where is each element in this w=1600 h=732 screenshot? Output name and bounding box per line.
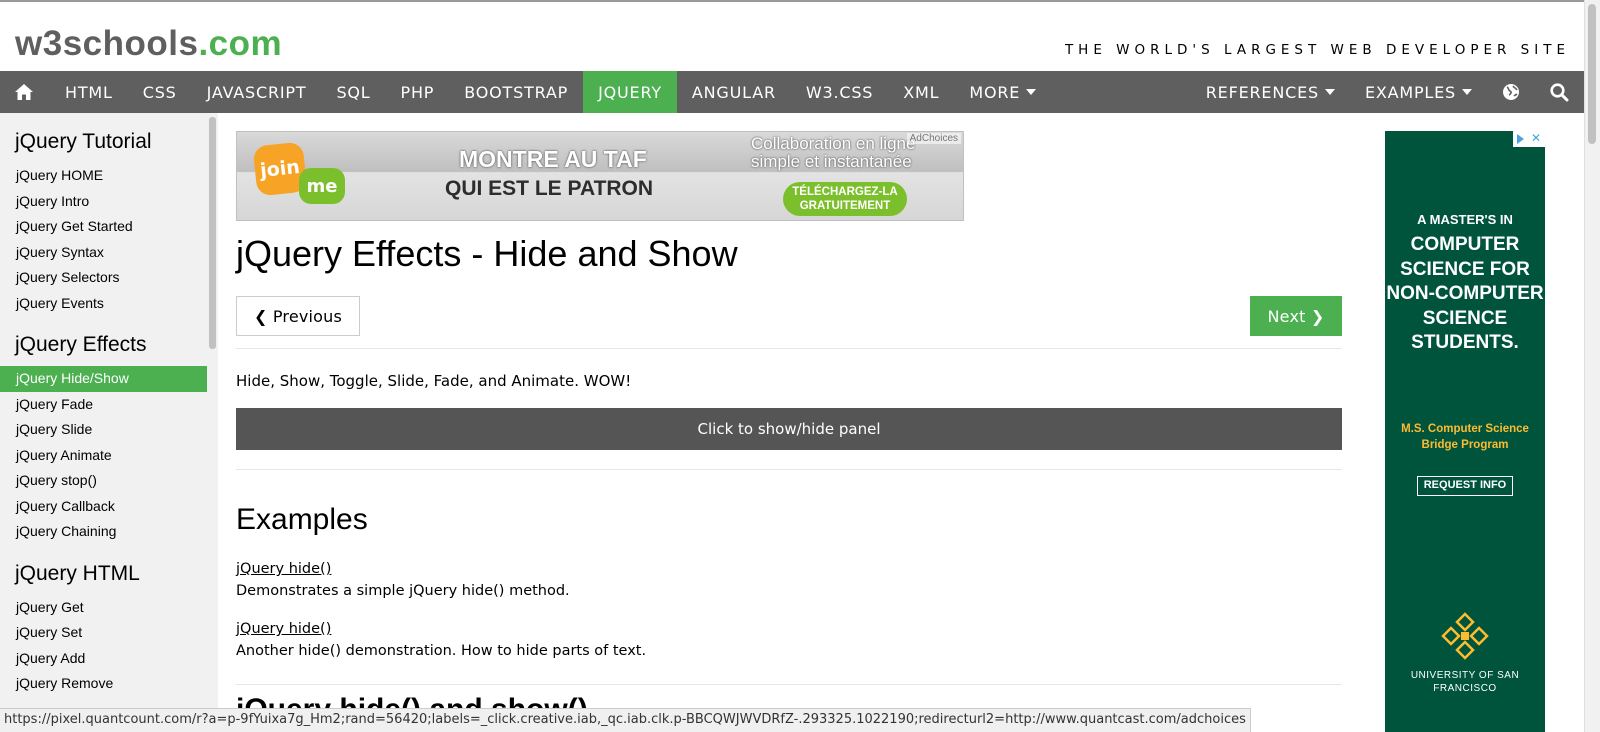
- example-link[interactable]: jQuery hide(): [236, 621, 331, 637]
- divider: [236, 348, 1342, 349]
- side-ad-kicker: A MASTER'S IN: [1417, 212, 1513, 227]
- nav-javascript[interactable]: JAVASCRIPT: [192, 71, 322, 113]
- search-icon: [1550, 82, 1569, 101]
- nav-w3css[interactable]: W3.CSS: [791, 71, 888, 113]
- example-link[interactable]: jQuery hide(): [236, 561, 331, 577]
- sidebar-item-jquery-remove[interactable]: jQuery Remove: [0, 671, 207, 697]
- nav-examples[interactable]: EXAMPLES: [1350, 71, 1487, 113]
- joinme-logo-me: me: [299, 168, 345, 204]
- adchoices-label[interactable]: AdChoices: [906, 133, 961, 144]
- sidebar-item-jquery-chaining[interactable]: jQuery Chaining: [0, 519, 207, 545]
- previous-button[interactable]: ❮ Previous: [236, 296, 360, 336]
- divider: [236, 469, 1342, 470]
- nav-jquery[interactable]: JQUERY: [583, 71, 677, 113]
- sidebar-item-jquery-callback[interactable]: jQuery Callback: [0, 494, 207, 520]
- sidebar-item-jquery-selectors[interactable]: jQuery Selectors: [0, 265, 207, 291]
- sidebar-item-jquery-intro[interactable]: jQuery Intro: [0, 189, 207, 215]
- examples-heading: Examples: [236, 503, 368, 536]
- nav-sql[interactable]: SQL: [321, 71, 385, 113]
- sidebar: jQuery Tutorial jQuery HOME jQuery Intro…: [0, 113, 218, 710]
- sidebar-heading: jQuery HTML: [15, 561, 140, 585]
- sidebar-item-jquery-hide-show[interactable]: jQuery Hide/Show: [0, 366, 207, 392]
- nav-css[interactable]: CSS: [128, 71, 192, 113]
- sidebar-item-jquery-get-started[interactable]: jQuery Get Started: [0, 214, 207, 240]
- nav-php[interactable]: PHP: [386, 71, 450, 113]
- request-info-button[interactable]: REQUEST INFO: [1417, 476, 1513, 496]
- home-icon: [15, 84, 33, 100]
- ad-subheadline: QUI EST LE PATRON: [445, 177, 654, 200]
- site-logo[interactable]: w3schools.com: [15, 24, 282, 64]
- example-description: Another hide() demonstration. How to hid…: [236, 643, 647, 659]
- nav-bootstrap[interactable]: BOOTSTRAP: [449, 71, 583, 113]
- caret-down-icon: [1462, 89, 1472, 95]
- sidebar-item-jquery-animate[interactable]: jQuery Animate: [0, 443, 207, 469]
- university-crest-icon: [1441, 612, 1489, 660]
- sidebar-item-jquery-fade[interactable]: jQuery Fade: [0, 392, 207, 418]
- sidebar-item-jquery-events[interactable]: jQuery Events: [0, 291, 207, 317]
- adchoices-icon: [1517, 134, 1524, 144]
- adchoices-badge[interactable]: ✕: [1513, 131, 1545, 147]
- site-tagline: THE WORLD'S LARGEST WEB DEVELOPER SITE: [1064, 42, 1570, 58]
- page-title: jQuery Effects - Hide and Show: [236, 233, 738, 274]
- side-ad-program: M.S. Computer Science Bridge Program: [1401, 423, 1529, 451]
- logo-text: w3schools: [15, 24, 199, 63]
- side-ad-headline: COMPUTER SCIENCE FOR NON-COMPUTER SCIENC…: [1386, 234, 1544, 353]
- divider: [236, 684, 1342, 685]
- sidebar-item-jquery-syntax[interactable]: jQuery Syntax: [0, 240, 207, 266]
- top-navigation: HTML CSS JAVASCRIPT SQL PHP BOOTSTRAP JQ…: [0, 71, 1584, 113]
- nav-more[interactable]: MORE: [954, 71, 1051, 113]
- sidebar-item-jquery-slide[interactable]: jQuery Slide: [0, 417, 207, 443]
- site-header: w3schools.com THE WORLD'S LARGEST WEB DE…: [0, 0, 1584, 71]
- ad-headline: MONTRE AU TAF: [459, 146, 647, 172]
- sidebar-item-jquery-stop[interactable]: jQuery stop(): [0, 468, 207, 494]
- nav-references-label: REFERENCES: [1205, 82, 1319, 102]
- browser-status-bar: https://pixel.quantcount.com/r?a=p-9fYui…: [0, 708, 1251, 732]
- ad-download-button[interactable]: TÉLÉCHARGEZ-LA GRATUITEMENT: [783, 182, 907, 216]
- show-hide-panel-button[interactable]: Click to show/hide panel: [236, 408, 1342, 450]
- next-button[interactable]: Next ❯: [1250, 296, 1342, 336]
- ad-banner[interactable]: join me MONTRE AU TAF QUI EST LE PATRON …: [236, 131, 964, 221]
- page-scrollbar-thumb[interactable]: [1588, 4, 1596, 144]
- nav-search[interactable]: [1535, 71, 1584, 113]
- sidebar-item-jquery-add[interactable]: jQuery Add: [0, 646, 207, 672]
- sidebar-heading: jQuery Tutorial: [15, 130, 152, 153]
- sidebar-item-jquery-get[interactable]: jQuery Get: [0, 595, 207, 621]
- page-scrollbar[interactable]: [1584, 0, 1600, 732]
- nav-references[interactable]: REFERENCES: [1191, 71, 1350, 113]
- nav-more-label: MORE: [969, 82, 1021, 102]
- side-ad[interactable]: ✕ A MASTER'S IN COMPUTER SCIENCE FOR NON…: [1385, 131, 1545, 732]
- nav-examples-label: EXAMPLES: [1364, 82, 1456, 102]
- nav-translate[interactable]: [1487, 71, 1535, 113]
- sidebar-item-jquery-home[interactable]: jQuery HOME: [0, 163, 207, 189]
- nav-angular[interactable]: ANGULAR: [677, 71, 791, 113]
- nav-xml[interactable]: XML: [888, 71, 954, 113]
- nav-html[interactable]: HTML: [50, 71, 128, 113]
- sidebar-heading: jQuery Effects: [15, 333, 147, 356]
- university-name: UNIVERSITY OF SAN FRANCISCO: [1410, 670, 1520, 694]
- sidebar-item-jquery-set[interactable]: jQuery Set: [0, 620, 207, 646]
- close-icon[interactable]: ✕: [1531, 131, 1541, 145]
- nav-home[interactable]: [0, 71, 50, 113]
- caret-down-icon: [1324, 89, 1335, 95]
- globe-icon: [1503, 84, 1519, 100]
- caret-down-icon: [1026, 89, 1037, 95]
- logo-dotcom: .com: [198, 24, 283, 63]
- sidebar-scrollbar[interactable]: [207, 113, 218, 710]
- sidebar-scrollbar-thumb[interactable]: [209, 117, 216, 349]
- example-description: Demonstrates a simple jQuery hide() meth…: [236, 583, 570, 599]
- intro-text: Hide, Show, Toggle, Slide, Fade, and Ani…: [236, 372, 632, 390]
